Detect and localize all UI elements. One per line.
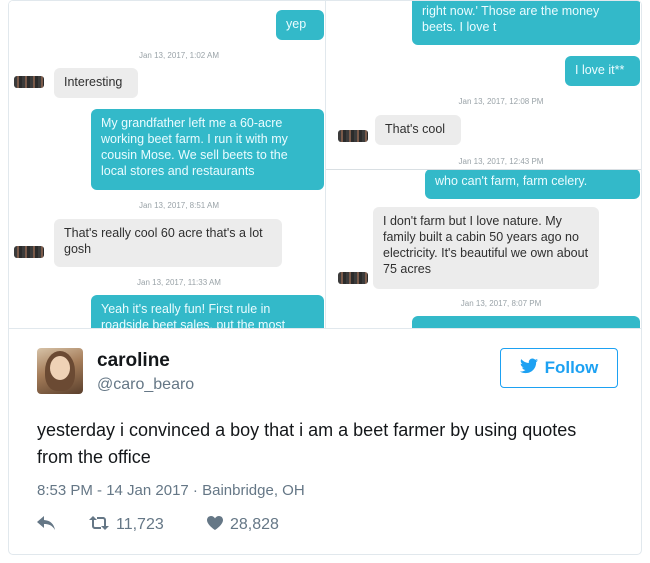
like-count: 28,828	[230, 516, 279, 533]
contact-avatar	[14, 246, 44, 258]
timestamp: Jan 13, 2017, 8:51 AM	[138, 201, 220, 210]
tweet: caroline @caro_bearo Follow yesterday i …	[9, 328, 641, 554]
display-name[interactable]: caroline	[97, 350, 170, 372]
conversation-right-bottom: who can't farm, farm celery. I don't far…	[326, 170, 641, 328]
follow-label: Follow	[544, 358, 599, 377]
message-bubble: Interesting	[54, 68, 138, 98]
follow-button[interactable]: Follow	[500, 348, 618, 388]
message-bubble: My grandfather left me a 60-acre working…	[91, 109, 324, 190]
tweet-actions: 11,723 28,828	[37, 514, 279, 536]
tweet-text: yesterday i convinced a boy that i am a …	[37, 420, 577, 467]
conversation-left: yep Jan 13, 2017, 1:02 AM Interesting My…	[9, 1, 325, 328]
timestamp: Jan 13, 2017, 12:08 PM	[458, 97, 544, 106]
twitter-bird-icon	[519, 358, 538, 379]
contact-avatar	[14, 76, 44, 88]
timestamp: Jan 13, 2017, 12:43 PM	[458, 157, 544, 166]
message-bubble: Yeah it's really fun! First rule in road…	[91, 295, 324, 328]
contact-avatar	[338, 130, 368, 142]
retweet-count: 11,723	[116, 516, 164, 533]
reply-button[interactable]	[37, 515, 79, 535]
retweet-button[interactable]: 11,723	[89, 515, 197, 535]
heart-icon	[207, 515, 223, 535]
avatar[interactable]	[37, 348, 83, 394]
reply-icon	[37, 515, 55, 535]
message-bubble: I don't farm but I love nature. My famil…	[373, 207, 599, 289]
message-bubble: right now.' Those are the money beets. I…	[412, 1, 640, 45]
conversation-right-top: right now.' Those are the money beets. I…	[326, 1, 641, 169]
message-bubble	[412, 316, 640, 328]
message-bubble: That's really cool 60 acre that's a lot …	[54, 219, 282, 267]
tweet-card: yep Jan 13, 2017, 1:02 AM Interesting My…	[8, 0, 642, 555]
message-bubble: I love it**	[565, 56, 640, 86]
screenshot-collage: yep Jan 13, 2017, 1:02 AM Interesting My…	[9, 1, 641, 328]
tweet-timestamp-location[interactable]: 8:53 PM - 14 Jan 2017 · Bainbridge, OH	[37, 482, 305, 499]
contact-avatar	[338, 272, 368, 284]
timestamp: Jan 13, 2017, 1:02 AM	[138, 51, 220, 60]
timestamp: Jan 13, 2017, 11:33 AM	[137, 278, 221, 287]
message-bubble: yep	[276, 10, 324, 40]
retweet-icon	[89, 515, 109, 535]
timestamp: Jan 13, 2017, 8:07 PM	[460, 299, 542, 308]
like-button[interactable]: 28,828	[207, 515, 279, 535]
message-bubble: That's cool	[375, 115, 461, 145]
user-handle[interactable]: @caro_bearo	[97, 376, 194, 394]
message-bubble: who can't farm, farm celery.	[425, 170, 640, 199]
